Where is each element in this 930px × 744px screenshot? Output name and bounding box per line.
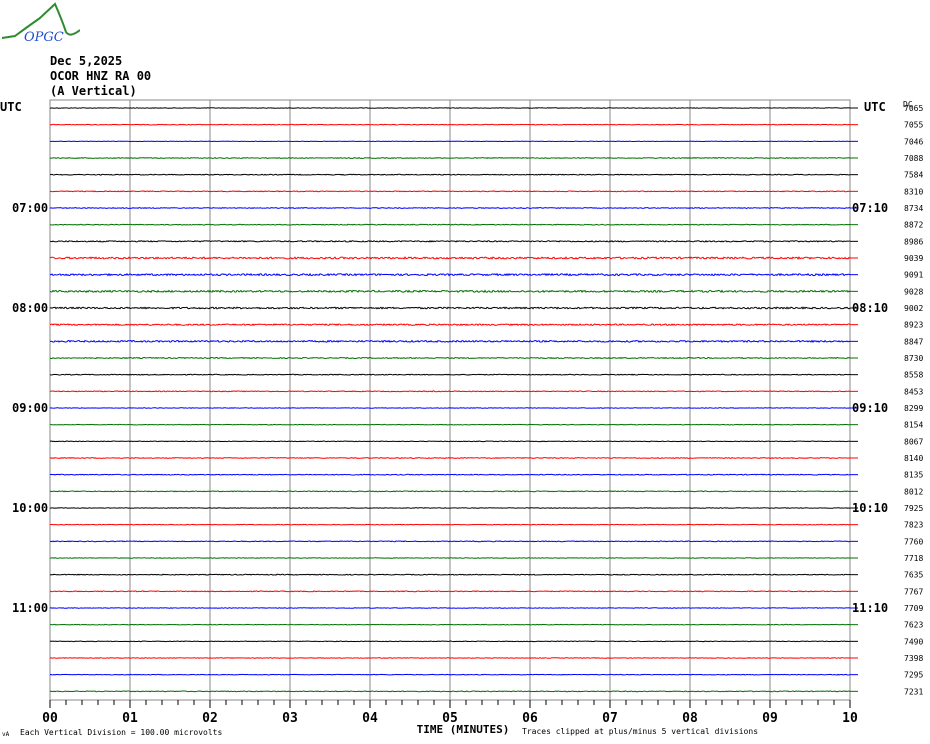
seismic-trace bbox=[49, 573, 851, 576]
seismic-trace bbox=[49, 657, 851, 659]
seismic-trace bbox=[49, 423, 851, 426]
seismic-trace bbox=[49, 223, 851, 226]
left-time-label: 07:00 bbox=[12, 201, 48, 215]
dc-offset-label: 8135 bbox=[904, 471, 923, 480]
dc-offset-label: 7231 bbox=[904, 687, 923, 696]
dc-offset-label: 7065 bbox=[904, 104, 923, 113]
x-tick-label: 06 bbox=[522, 711, 538, 726]
x-tick-label: 10 bbox=[842, 711, 858, 726]
dc-offset-label: 7398 bbox=[904, 654, 923, 663]
right-time-label: 11:10 bbox=[852, 601, 888, 615]
right-time-label: 10:10 bbox=[852, 501, 888, 515]
dc-offset-label: 7055 bbox=[904, 121, 923, 130]
dc-offset-label: 7490 bbox=[904, 637, 923, 646]
seismic-trace bbox=[49, 123, 851, 126]
seismic-trace bbox=[49, 356, 851, 360]
dc-offset-label: 8453 bbox=[904, 387, 923, 396]
dc-offset-label: 9028 bbox=[904, 287, 923, 296]
x-tick-label: 01 bbox=[122, 711, 138, 726]
seismic-trace bbox=[49, 240, 851, 243]
dc-offset-label: 7823 bbox=[904, 521, 923, 530]
dc-offset-label: 7925 bbox=[904, 504, 923, 513]
seismic-trace bbox=[49, 523, 851, 526]
seismic-trace bbox=[49, 490, 851, 493]
x-axis-title: TIME (MINUTES) bbox=[417, 723, 510, 736]
right-time-label: 08:10 bbox=[852, 301, 888, 315]
footer-left-note: Each Vertical Division = 100.00 microvol… bbox=[20, 728, 222, 737]
dc-offset-label: 8140 bbox=[904, 454, 923, 463]
dc-offset-label: 8012 bbox=[904, 487, 923, 496]
seismic-trace bbox=[49, 440, 851, 443]
left-time-label: 10:00 bbox=[12, 501, 48, 515]
seismic-trace bbox=[49, 190, 851, 193]
dc-offset-label: 8310 bbox=[904, 187, 923, 196]
footer-right-note: Traces clipped at plus/minus 5 vertical … bbox=[522, 727, 758, 736]
seismic-trace bbox=[49, 607, 851, 609]
x-tick-label: 07 bbox=[602, 711, 618, 726]
right-time-label: 09:10 bbox=[852, 401, 888, 415]
x-tick-label: 03 bbox=[282, 711, 298, 726]
helicorder-chart: 00 01 02 03 04 05 06 07 08 09 10TIME (MINUTES)Each… bbox=[0, 99, 923, 738]
seismic-trace bbox=[49, 640, 851, 643]
seismic-trace bbox=[49, 173, 851, 176]
seismic-trace bbox=[49, 507, 851, 509]
dc-offset-label: 8986 bbox=[904, 237, 923, 246]
seismic-trace bbox=[49, 456, 851, 459]
seismic-trace bbox=[49, 673, 851, 676]
dc-offset-label: 9002 bbox=[904, 304, 923, 313]
corner-mark: vA bbox=[2, 731, 10, 738]
dc-offset-label: 7760 bbox=[904, 537, 923, 546]
dc-offset-label: 8299 bbox=[904, 404, 923, 413]
left-time-label: 08:00 bbox=[12, 301, 48, 315]
dc-offset-label: 8067 bbox=[904, 437, 923, 446]
dc-offset-label: 8923 bbox=[904, 321, 923, 330]
dc-offset-label: 8558 bbox=[904, 371, 923, 380]
seismic-trace bbox=[49, 206, 851, 210]
dc-offset-label: 7718 bbox=[904, 554, 923, 563]
seismic-trace bbox=[49, 373, 851, 376]
right-time-label: 07:10 bbox=[852, 201, 888, 215]
x-tick-label: 02 bbox=[202, 711, 218, 726]
dc-offset-label: 8730 bbox=[904, 354, 923, 363]
dc-offset-label: 7046 bbox=[904, 137, 923, 146]
x-tick-label: 04 bbox=[362, 711, 378, 726]
dc-offset-label: 7623 bbox=[904, 621, 923, 630]
dc-offset-label: 7088 bbox=[904, 154, 923, 163]
right-utc-title: UTC bbox=[864, 100, 886, 114]
dc-offset-label: 7295 bbox=[904, 671, 923, 680]
seismic-trace bbox=[49, 107, 851, 109]
dc-offset-label: 8154 bbox=[904, 421, 923, 430]
x-tick-label: 09 bbox=[762, 711, 778, 726]
seismic-trace bbox=[49, 623, 851, 626]
left-time-label: 09:00 bbox=[12, 401, 48, 415]
left-time-label: 11:00 bbox=[12, 601, 48, 615]
seismic-trace bbox=[49, 407, 851, 409]
helicorder-page: OPGC Dec 5,2025 OCOR HNZ RA 00 (A Vertic… bbox=[0, 0, 930, 744]
dc-offset-label: 9039 bbox=[904, 254, 923, 263]
dc-offset-label: 8847 bbox=[904, 337, 923, 346]
left-utc-title: UTC bbox=[0, 100, 22, 114]
dc-offset-label: 7635 bbox=[904, 571, 923, 580]
seismic-trace bbox=[49, 557, 851, 559]
seismic-trace bbox=[49, 473, 851, 476]
dc-offset-label: 7767 bbox=[904, 587, 923, 596]
seismic-trace bbox=[49, 690, 851, 693]
dc-offset-label: 8734 bbox=[904, 204, 923, 213]
x-tick-label: 00 bbox=[42, 711, 58, 726]
seismic-trace bbox=[49, 390, 851, 393]
dc-offset-label: 9091 bbox=[904, 271, 923, 280]
dc-offset-label: 8872 bbox=[904, 221, 923, 230]
dc-offset-label: 7709 bbox=[904, 604, 923, 613]
x-tick-label: 08 bbox=[682, 711, 698, 726]
dc-offset-label: 7584 bbox=[904, 171, 923, 180]
